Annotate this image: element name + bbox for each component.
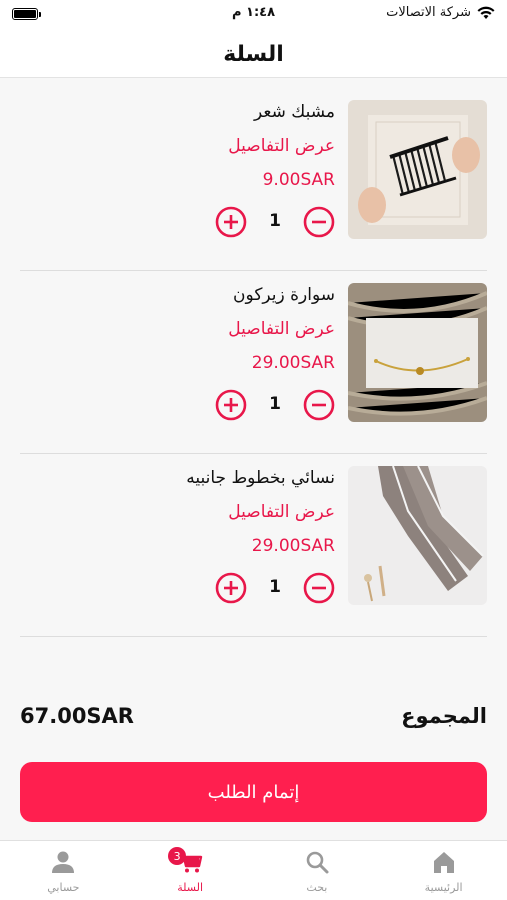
home-icon [433,852,454,873]
tab-label: حسابي [47,881,80,894]
status-bar: شركة الاتصالات ١:٤٨ م [0,0,507,32]
minus-icon[interactable] [303,206,335,238]
tab-label: بحث [306,881,328,894]
quantity-value: 1 [269,577,281,597]
total-label: المجموع [401,704,487,728]
item-name: مشبك شعر [254,102,335,122]
plus-icon[interactable] [215,572,247,604]
view-details-link[interactable]: عرض التفاصيل [228,319,335,339]
minus-icon[interactable] [303,389,335,421]
plus-icon[interactable] [215,206,247,238]
hair-clip-photo[interactable] [348,100,487,239]
item-name: سوارة زيركون [233,285,335,305]
quantity-stepper: 1 [215,206,335,238]
cart-item: سوارة زيركون عرض التفاصيل 29.00SAR 1 [20,271,487,454]
checkout-button[interactable]: إتمام الطلب [20,762,487,822]
cart-list: مشبك شعر عرض التفاصيل 9.00SAR 1 سوارة زي… [20,88,487,637]
user-icon [52,851,75,873]
battery-icon [12,8,41,20]
search-icon [306,851,329,874]
quantity-stepper: 1 [215,572,335,604]
tab-search[interactable]: بحث [254,841,381,900]
tab-account[interactable]: حسابي [0,841,127,900]
total-row: المجموع 67.00SAR [20,704,487,734]
quantity-value: 1 [269,394,281,414]
zircon-bracelet-photo[interactable] [348,283,487,422]
tab-label: الرئيسية [424,881,463,894]
tab-bar: حسابي 3 السلة بحث الرئيسية [0,840,507,900]
cart-item: مشبك شعر عرض التفاصيل 9.00SAR 1 [20,88,487,271]
view-details-link[interactable]: عرض التفاصيل [228,502,335,522]
item-price: 29.00SAR [251,536,335,556]
quantity-value: 1 [269,211,281,231]
item-price: 9.00SAR [262,170,335,190]
plus-icon[interactable] [215,389,247,421]
tab-cart[interactable]: 3 السلة [127,841,254,900]
status-time: ١:٤٨ م [231,5,276,20]
item-name: نسائي بخطوط جانبيه [186,468,335,488]
tab-home[interactable]: الرئيسية [380,841,507,900]
item-price: 29.00SAR [251,353,335,373]
header: السلة [0,32,507,78]
side-stripe-leggings-photo[interactable] [348,466,487,605]
minus-icon[interactable] [303,572,335,604]
view-details-link[interactable]: عرض التفاصيل [228,136,335,156]
tab-label: السلة [177,881,203,894]
total-value: 67.00SAR [20,704,134,728]
cart-badge: 3 [168,847,187,865]
cart-item: نسائي بخطوط جانبيه عرض التفاصيل 29.00SAR… [20,454,487,637]
quantity-stepper: 1 [215,389,335,421]
page-title: السلة [223,42,284,67]
